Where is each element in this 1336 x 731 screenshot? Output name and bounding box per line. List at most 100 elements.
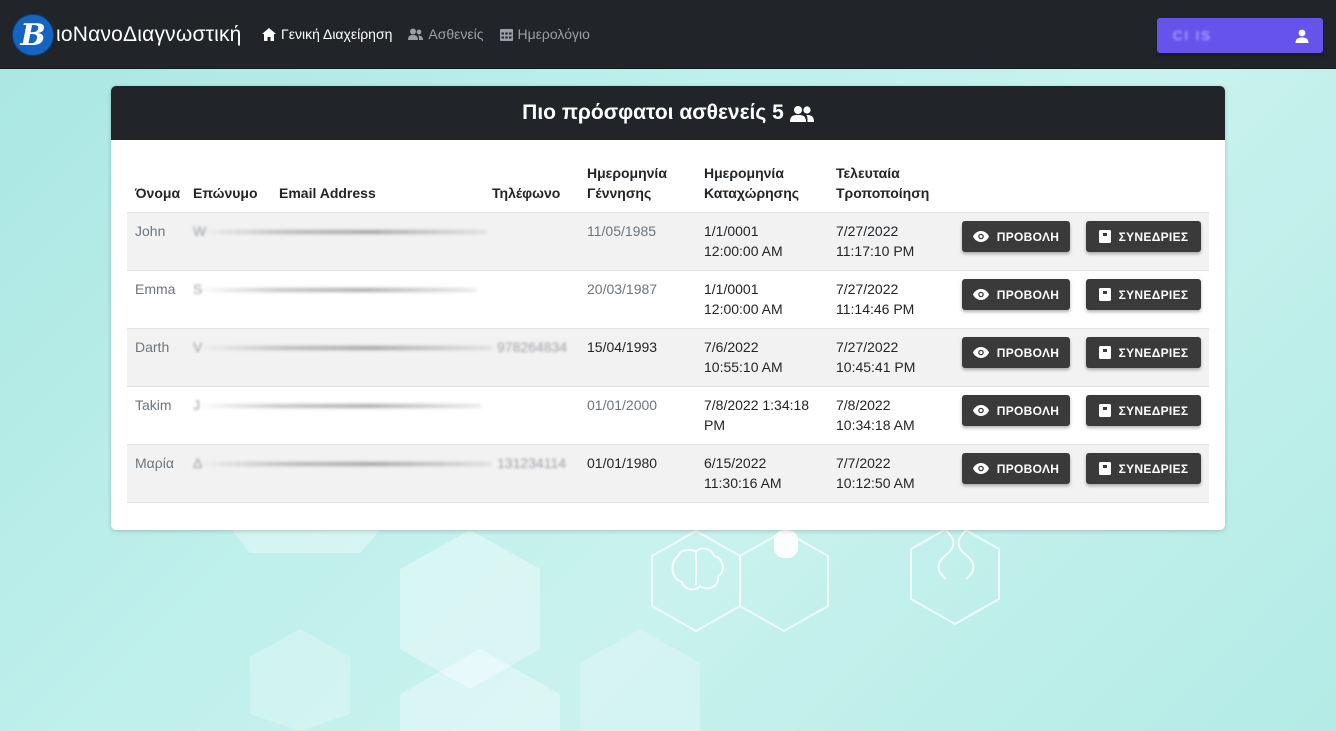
card-header: Πιο πρόσφατοι ασθενείς 5 [111, 86, 1225, 140]
header-registration-date: Ημερομηνία Καταχώρησης [704, 163, 799, 203]
sessions-button[interactable]: ΣΥΝΕΔΡΙΕΣ [1086, 221, 1201, 252]
sessions-button[interactable]: ΣΥΝΕΔΡΙΕΣ [1086, 337, 1201, 368]
header-birth-date: Ημερομηνία Γέννησης [587, 163, 667, 203]
sessions-button[interactable]: ΣΥΝΕΔΡΙΕΣ [1086, 453, 1201, 484]
nav-item-label: Γενική Διαχείρηση [281, 26, 393, 42]
view-button[interactable]: ΠΡΟΒΟΛΗ [962, 221, 1070, 252]
eye-icon [972, 231, 989, 242]
reg-date: 1/1/0001 [704, 223, 759, 239]
sessions-button-label: ΣΥΝΕΔΡΙΕΣ [1118, 461, 1189, 476]
table-header: Όνομα Επώνυμο Email Address Τηλέφωνο Ημε… [127, 154, 1209, 213]
patients-table: Όνομα Επώνυμο Email Address Τηλέφωνο Ημε… [127, 154, 1209, 503]
header-birth-line1: Ημερομηνία [587, 165, 667, 181]
header-last-modified: Τελευταία Τροποποίηση [836, 163, 929, 203]
cell-last-modified: 7/7/2022 10:12:50 AM [836, 453, 915, 493]
sessions-button-label: ΣΥΝΕΔΡΙΕΣ [1118, 403, 1189, 418]
header-email: Email Address [279, 185, 376, 201]
reg-date: 7/6/2022 [704, 339, 759, 355]
eye-icon [972, 289, 989, 300]
top-navbar: B ιοΝανοΔιαγνωστική Γενική Διαχείρηση Ασ… [0, 0, 1336, 69]
header-reg-line2: Καταχώρησης [704, 185, 800, 201]
mod-date: 7/7/2022 [836, 455, 891, 471]
view-button[interactable]: ΠΡΟΒΟΛΗ [962, 395, 1070, 426]
eye-icon [972, 463, 989, 474]
reg-time: 10:55:10 AM [704, 359, 783, 375]
nav-item-general-management[interactable]: Γενική Διαχείρηση [262, 26, 392, 42]
eye-icon [972, 405, 989, 416]
view-button-label: ΠΡΟΒΟΛΗ [996, 345, 1060, 360]
cell-birth-date: 01/01/2000 [587, 397, 658, 413]
cell-phone: 978264834 [497, 339, 568, 355]
cell-registration-date: 1/1/0001 12:00:00 AM [704, 279, 783, 319]
main-nav: Γενική Διαχείρηση Ασθενείς Ημερολόγιο [262, 26, 606, 42]
sessions-button-label: ΣΥΝΕΔΡΙΕΣ [1118, 287, 1189, 302]
header-birth-line2: Γέννησης [587, 185, 652, 201]
mod-date: 7/27/2022 [836, 339, 899, 355]
mod-date: 7/27/2022 [836, 223, 899, 239]
sessions-button[interactable]: ΣΥΝΕΔΡΙΕΣ [1086, 279, 1201, 310]
cell-last-modified: 7/27/2022 11:14:46 PM [836, 279, 914, 319]
cell-name: Μαρία [135, 455, 174, 471]
reg-date: 6/15/2022 [704, 455, 767, 471]
cell-birth-date: 11/05/1985 [587, 223, 657, 239]
view-button-label: ΠΡΟΒΟΛΗ [996, 287, 1060, 302]
view-button[interactable]: ΠΡΟΒΟΛΗ [962, 453, 1070, 484]
mod-time: 11:17:10 PM [836, 243, 915, 259]
users-icon [408, 28, 424, 40]
sessions-button-label: ΣΥΝΕΔΡΙΕΣ [1118, 229, 1189, 244]
redacted-email [197, 346, 492, 350]
people-icon [789, 105, 814, 122]
view-button[interactable]: ΠΡΟΒΟΛΗ [962, 337, 1070, 368]
reg-time: 12:00:00 AM [704, 243, 783, 259]
cell-last-modified: 7/27/2022 10:45:41 PM [836, 337, 915, 377]
brand-name: ιοΝανοΔιαγνωστική [56, 23, 242, 46]
reg-time: PM [704, 417, 725, 433]
nav-item-label: Ασθενείς [428, 26, 484, 42]
redacted-email [197, 404, 482, 408]
table-row: Takim J 01/01/2000 7/8/2022 1:34:18PM 7/… [127, 387, 1209, 445]
cell-registration-date: 6/15/2022 11:30:16 AM [704, 453, 782, 493]
header-mod-line2: Τροποποίηση [836, 185, 930, 201]
cell-name: Emma [135, 281, 176, 297]
header-surname: Επώνυμο [193, 185, 258, 201]
table-row: Emma S 20/03/1987 1/1/000112:00:00 AM 7/… [127, 271, 1209, 329]
person-icon [1295, 29, 1309, 43]
brand[interactable]: B ιοΝανοΔιαγνωστική [12, 14, 242, 56]
reg-time: 11:30:16 AM [704, 475, 782, 491]
cell-registration-date: 7/6/2022 10:55:10 AM [704, 337, 783, 377]
cell-last-modified: 7/27/2022 11:17:10 PM [836, 221, 914, 261]
mod-time: 10:45:41 PM [836, 359, 916, 375]
table-row: Darth V 978264834 15/04/1993 7/6/202210:… [127, 329, 1209, 387]
redacted-email [197, 462, 492, 466]
mod-date: 7/27/2022 [836, 281, 899, 297]
mod-time: 10:12:50 AM [836, 475, 915, 491]
reg-date: 7/8/2022 1:34:18 [704, 397, 810, 413]
table-row: Μαρία Δ 131234114 01/01/1980 6/15/202211… [127, 445, 1209, 503]
cell-registration-date: 7/8/2022 1:34:18 PM [704, 395, 809, 435]
calendar-icon [499, 28, 513, 41]
user-account-button[interactable]: CI IS [1157, 18, 1323, 53]
card-title: Πιο πρόσφατοι ασθενείς 5 [522, 101, 784, 124]
recent-patients-card: Πιο πρόσφατοι ασθενείς 5 Όνομα Επώνυμο E… [111, 86, 1225, 530]
sessions-button-label: ΣΥΝΕΔΡΙΕΣ [1118, 345, 1189, 360]
nav-item-label: Ημερολόγιο [517, 26, 590, 42]
view-button[interactable]: ΠΡΟΒΟΛΗ [962, 279, 1070, 310]
header-phone: Τηλέφωνο [492, 185, 561, 201]
reg-date: 1/1/0001 [704, 281, 759, 297]
view-button-label: ΠΡΟΒΟΛΗ [996, 229, 1060, 244]
nav-item-calendar[interactable]: Ημερολόγιο [499, 26, 590, 42]
cell-name: John [135, 223, 166, 239]
sessions-button[interactable]: ΣΥΝΕΔΡΙΕΣ [1086, 395, 1201, 426]
header-name: Όνομα [135, 185, 181, 201]
table-row: John W 11/05/1985 1/1/000112:00:00 AM 7/… [127, 213, 1209, 271]
eye-icon [972, 347, 989, 358]
cell-birth-date: 01/01/1980 [587, 455, 658, 471]
mod-date: 7/8/2022 [836, 397, 891, 413]
home-icon [262, 27, 276, 41]
clipboard-icon [1098, 346, 1111, 359]
view-button-label: ΠΡΟΒΟΛΗ [996, 461, 1060, 476]
nav-item-patients[interactable]: Ασθενείς [408, 26, 484, 42]
cell-birth-date: 20/03/1987 [587, 281, 658, 297]
header-reg-line1: Ημερομηνία [704, 165, 784, 181]
mod-time: 10:34:18 AM [836, 417, 915, 433]
